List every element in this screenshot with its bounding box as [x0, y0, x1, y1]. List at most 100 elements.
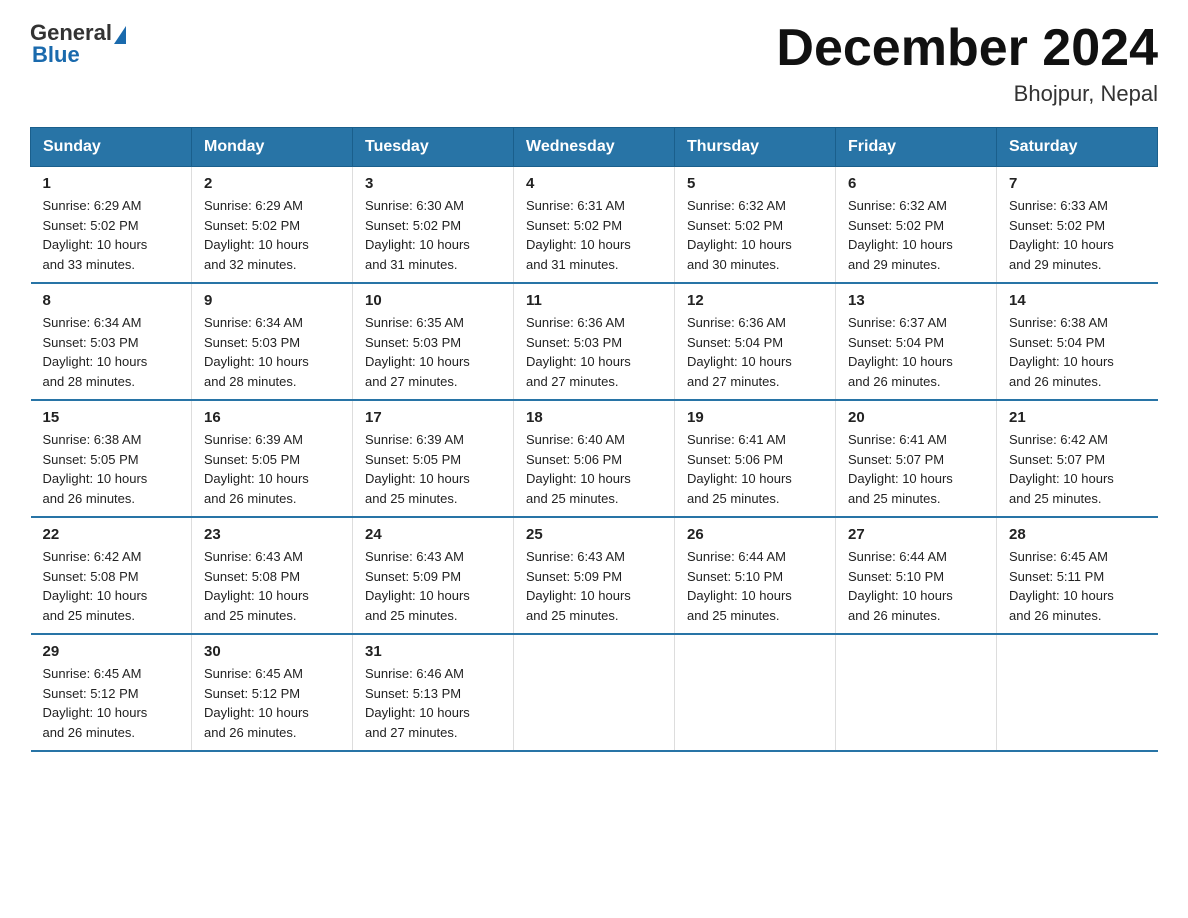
day-number: 17 — [365, 409, 501, 426]
day-cell: 30 Sunrise: 6:45 AM Sunset: 5:12 PM Dayl… — [192, 634, 353, 751]
day-number: 4 — [526, 175, 662, 192]
day-cell — [675, 634, 836, 751]
day-cell: 12 Sunrise: 6:36 AM Sunset: 5:04 PM Dayl… — [675, 283, 836, 400]
day-info: Sunrise: 6:41 AM Sunset: 5:06 PM Dayligh… — [687, 430, 823, 508]
day-cell: 23 Sunrise: 6:43 AM Sunset: 5:08 PM Dayl… — [192, 517, 353, 634]
day-cell: 25 Sunrise: 6:43 AM Sunset: 5:09 PM Dayl… — [514, 517, 675, 634]
day-number: 18 — [526, 409, 662, 426]
day-info: Sunrise: 6:31 AM Sunset: 5:02 PM Dayligh… — [526, 196, 662, 274]
week-row-2: 8 Sunrise: 6:34 AM Sunset: 5:03 PM Dayli… — [31, 283, 1158, 400]
day-cell: 13 Sunrise: 6:37 AM Sunset: 5:04 PM Dayl… — [836, 283, 997, 400]
day-info: Sunrise: 6:29 AM Sunset: 5:02 PM Dayligh… — [204, 196, 340, 274]
header-cell-sunday: Sunday — [31, 128, 192, 167]
day-info: Sunrise: 6:37 AM Sunset: 5:04 PM Dayligh… — [848, 313, 984, 391]
day-number: 22 — [43, 526, 180, 543]
day-cell: 2 Sunrise: 6:29 AM Sunset: 5:02 PM Dayli… — [192, 167, 353, 284]
day-number: 2 — [204, 175, 340, 192]
day-info: Sunrise: 6:35 AM Sunset: 5:03 PM Dayligh… — [365, 313, 501, 391]
day-info: Sunrise: 6:43 AM Sunset: 5:09 PM Dayligh… — [526, 547, 662, 625]
day-number: 14 — [1009, 292, 1146, 309]
day-number: 8 — [43, 292, 180, 309]
day-info: Sunrise: 6:44 AM Sunset: 5:10 PM Dayligh… — [848, 547, 984, 625]
day-info: Sunrise: 6:43 AM Sunset: 5:09 PM Dayligh… — [365, 547, 501, 625]
day-number: 1 — [43, 175, 180, 192]
day-number: 3 — [365, 175, 501, 192]
day-cell: 14 Sunrise: 6:38 AM Sunset: 5:04 PM Dayl… — [997, 283, 1158, 400]
day-cell: 24 Sunrise: 6:43 AM Sunset: 5:09 PM Dayl… — [353, 517, 514, 634]
day-number: 15 — [43, 409, 180, 426]
day-number: 12 — [687, 292, 823, 309]
header-cell-wednesday: Wednesday — [514, 128, 675, 167]
day-cell: 7 Sunrise: 6:33 AM Sunset: 5:02 PM Dayli… — [997, 167, 1158, 284]
day-number: 30 — [204, 643, 340, 660]
day-cell — [836, 634, 997, 751]
day-info: Sunrise: 6:36 AM Sunset: 5:03 PM Dayligh… — [526, 313, 662, 391]
day-cell: 19 Sunrise: 6:41 AM Sunset: 5:06 PM Dayl… — [675, 400, 836, 517]
logo-arrow-icon — [114, 26, 126, 44]
day-info: Sunrise: 6:39 AM Sunset: 5:05 PM Dayligh… — [365, 430, 501, 508]
header-cell-thursday: Thursday — [675, 128, 836, 167]
day-cell: 16 Sunrise: 6:39 AM Sunset: 5:05 PM Dayl… — [192, 400, 353, 517]
header-row: SundayMondayTuesdayWednesdayThursdayFrid… — [31, 128, 1158, 167]
header-cell-monday: Monday — [192, 128, 353, 167]
day-info: Sunrise: 6:44 AM Sunset: 5:10 PM Dayligh… — [687, 547, 823, 625]
location: Bhojpur, Nepal — [776, 81, 1158, 107]
day-cell: 3 Sunrise: 6:30 AM Sunset: 5:02 PM Dayli… — [353, 167, 514, 284]
day-number: 21 — [1009, 409, 1146, 426]
day-info: Sunrise: 6:45 AM Sunset: 5:12 PM Dayligh… — [43, 664, 180, 742]
day-info: Sunrise: 6:30 AM Sunset: 5:02 PM Dayligh… — [365, 196, 501, 274]
day-number: 7 — [1009, 175, 1146, 192]
day-cell: 18 Sunrise: 6:40 AM Sunset: 5:06 PM Dayl… — [514, 400, 675, 517]
day-cell: 4 Sunrise: 6:31 AM Sunset: 5:02 PM Dayli… — [514, 167, 675, 284]
day-cell: 31 Sunrise: 6:46 AM Sunset: 5:13 PM Dayl… — [353, 634, 514, 751]
day-number: 11 — [526, 292, 662, 309]
day-cell: 9 Sunrise: 6:34 AM Sunset: 5:03 PM Dayli… — [192, 283, 353, 400]
day-info: Sunrise: 6:32 AM Sunset: 5:02 PM Dayligh… — [848, 196, 984, 274]
day-number: 6 — [848, 175, 984, 192]
day-number: 26 — [687, 526, 823, 543]
day-cell: 8 Sunrise: 6:34 AM Sunset: 5:03 PM Dayli… — [31, 283, 192, 400]
day-info: Sunrise: 6:39 AM Sunset: 5:05 PM Dayligh… — [204, 430, 340, 508]
day-cell: 20 Sunrise: 6:41 AM Sunset: 5:07 PM Dayl… — [836, 400, 997, 517]
day-number: 27 — [848, 526, 984, 543]
day-cell — [514, 634, 675, 751]
day-number: 16 — [204, 409, 340, 426]
day-info: Sunrise: 6:45 AM Sunset: 5:11 PM Dayligh… — [1009, 547, 1146, 625]
day-info: Sunrise: 6:45 AM Sunset: 5:12 PM Dayligh… — [204, 664, 340, 742]
week-row-5: 29 Sunrise: 6:45 AM Sunset: 5:12 PM Dayl… — [31, 634, 1158, 751]
day-cell: 21 Sunrise: 6:42 AM Sunset: 5:07 PM Dayl… — [997, 400, 1158, 517]
week-row-4: 22 Sunrise: 6:42 AM Sunset: 5:08 PM Dayl… — [31, 517, 1158, 634]
day-number: 31 — [365, 643, 501, 660]
day-cell: 10 Sunrise: 6:35 AM Sunset: 5:03 PM Dayl… — [353, 283, 514, 400]
calendar-table: SundayMondayTuesdayWednesdayThursdayFrid… — [30, 127, 1158, 752]
day-cell: 6 Sunrise: 6:32 AM Sunset: 5:02 PM Dayli… — [836, 167, 997, 284]
day-cell: 22 Sunrise: 6:42 AM Sunset: 5:08 PM Dayl… — [31, 517, 192, 634]
day-number: 10 — [365, 292, 501, 309]
day-info: Sunrise: 6:36 AM Sunset: 5:04 PM Dayligh… — [687, 313, 823, 391]
header-cell-saturday: Saturday — [997, 128, 1158, 167]
day-number: 29 — [43, 643, 180, 660]
day-number: 9 — [204, 292, 340, 309]
day-cell: 26 Sunrise: 6:44 AM Sunset: 5:10 PM Dayl… — [675, 517, 836, 634]
day-info: Sunrise: 6:38 AM Sunset: 5:04 PM Dayligh… — [1009, 313, 1146, 391]
header-cell-friday: Friday — [836, 128, 997, 167]
day-number: 19 — [687, 409, 823, 426]
day-info: Sunrise: 6:38 AM Sunset: 5:05 PM Dayligh… — [43, 430, 180, 508]
day-cell: 1 Sunrise: 6:29 AM Sunset: 5:02 PM Dayli… — [31, 167, 192, 284]
day-cell: 11 Sunrise: 6:36 AM Sunset: 5:03 PM Dayl… — [514, 283, 675, 400]
day-info: Sunrise: 6:33 AM Sunset: 5:02 PM Dayligh… — [1009, 196, 1146, 274]
header-cell-tuesday: Tuesday — [353, 128, 514, 167]
day-number: 20 — [848, 409, 984, 426]
calendar-body: 1 Sunrise: 6:29 AM Sunset: 5:02 PM Dayli… — [31, 167, 1158, 752]
day-info: Sunrise: 6:43 AM Sunset: 5:08 PM Dayligh… — [204, 547, 340, 625]
day-number: 25 — [526, 526, 662, 543]
month-title: December 2024 — [776, 20, 1158, 77]
page-header: General Blue December 2024 Bhojpur, Nepa… — [30, 20, 1158, 107]
day-number: 28 — [1009, 526, 1146, 543]
day-number: 23 — [204, 526, 340, 543]
week-row-3: 15 Sunrise: 6:38 AM Sunset: 5:05 PM Dayl… — [31, 400, 1158, 517]
day-info: Sunrise: 6:41 AM Sunset: 5:07 PM Dayligh… — [848, 430, 984, 508]
day-info: Sunrise: 6:42 AM Sunset: 5:07 PM Dayligh… — [1009, 430, 1146, 508]
day-cell: 15 Sunrise: 6:38 AM Sunset: 5:05 PM Dayl… — [31, 400, 192, 517]
day-info: Sunrise: 6:46 AM Sunset: 5:13 PM Dayligh… — [365, 664, 501, 742]
